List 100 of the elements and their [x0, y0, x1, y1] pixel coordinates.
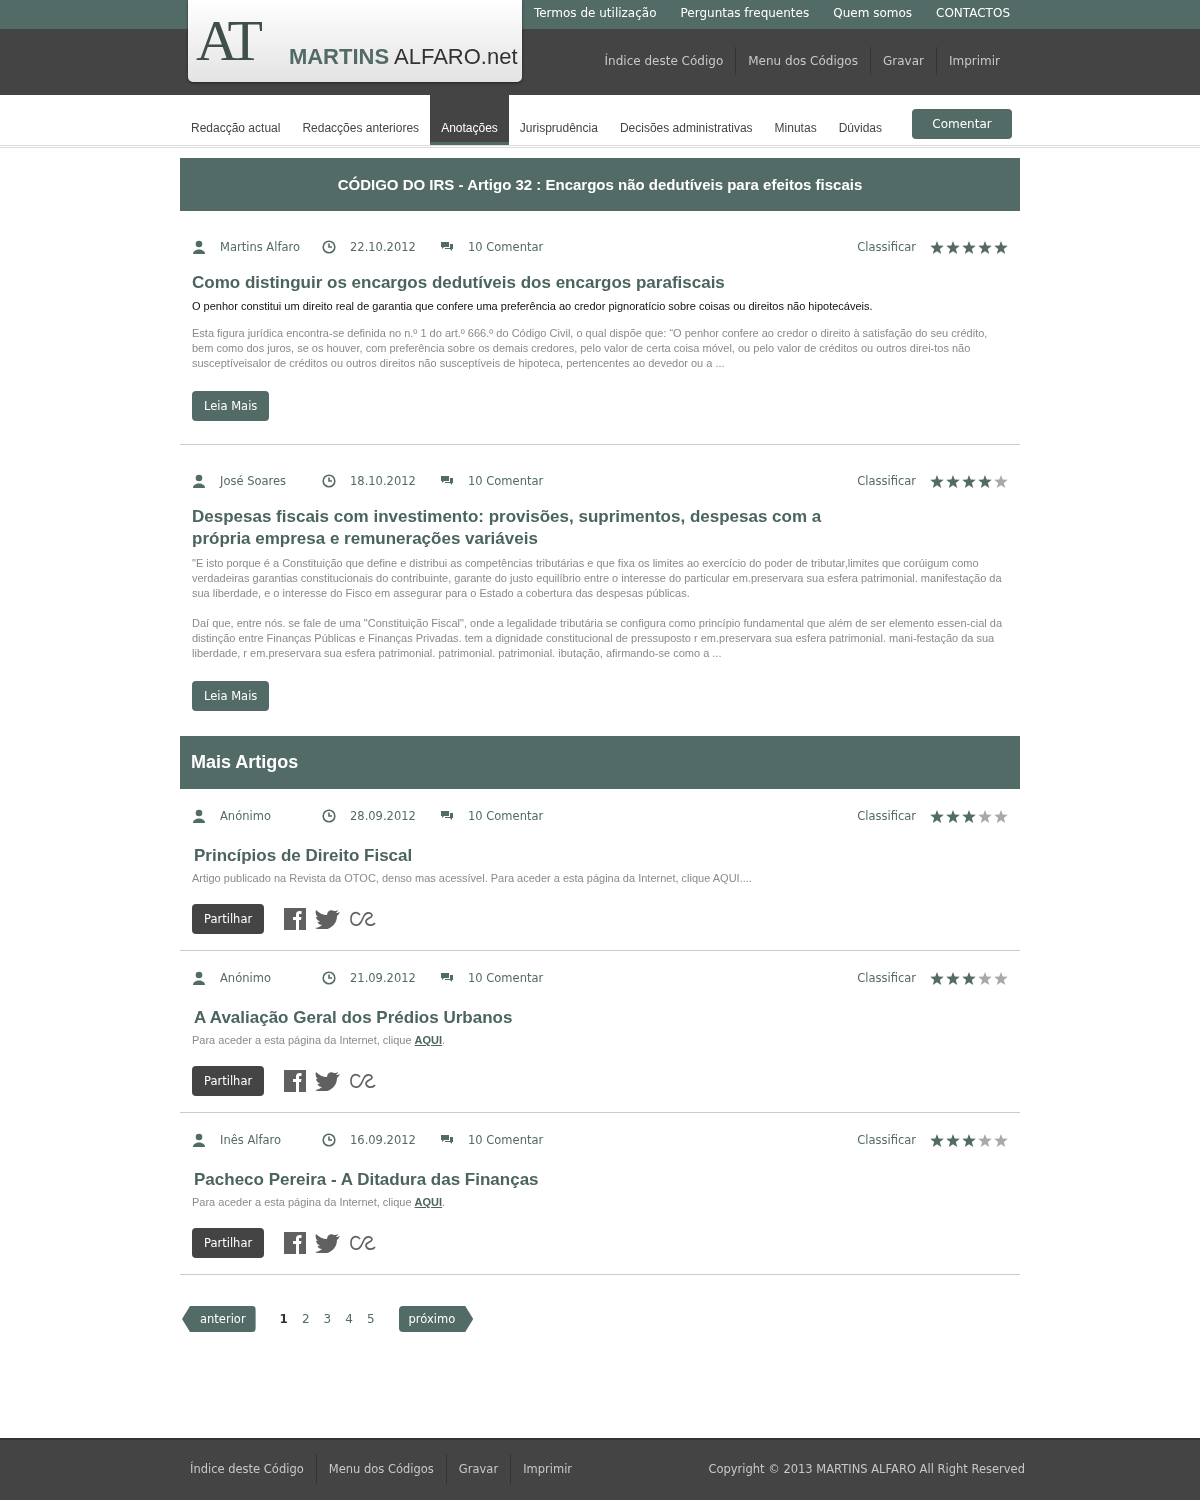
star-icon[interactable] [962, 240, 976, 254]
footer-link[interactable]: Índice deste Código [180, 1454, 316, 1484]
star-icon[interactable] [930, 809, 944, 823]
tab[interactable]: Redacções anteriores [291, 95, 431, 145]
star-icon[interactable] [946, 240, 960, 254]
top-nav-link[interactable]: Quem somos [833, 6, 913, 20]
footer-link[interactable]: Imprimir [510, 1454, 585, 1484]
comment-count-link[interactable]: 10 Comentar [468, 971, 544, 985]
star-icon[interactable] [962, 809, 976, 823]
rating-label: Classificar [857, 474, 916, 488]
star-icon[interactable] [946, 809, 960, 823]
facebook-icon[interactable] [284, 1232, 307, 1254]
page-number[interactable]: 3 [323, 1312, 332, 1326]
article-text: Daí que, entre nós. se fale de uma "Constituição Fiscal", onde a legalidade tributária se configura como princípio fundamental que além de ser elemento essen-cial da distinção entre Finanças Públicas e Finanças Privadas. tem a dignidade constitucional de pressuposto r em.preservara sua esfera patrimonial. mani-festação da sua liberdade, r em.preservara sua esfera patrimonial. patrimonial. patrimonial. ibutação, afirmando-se como a ... [192, 616, 1004, 661]
footer-link[interactable]: Menu dos Códigos [315, 1454, 446, 1484]
read-more-button[interactable]: Leia Mais [192, 681, 270, 711]
comments-icon [440, 810, 454, 822]
star-icon[interactable] [946, 474, 960, 488]
article-title[interactable]: Despesas fiscais com investimento: provisões, suprimentos, despesas com a própria empresa e remunerações variáveis [192, 506, 852, 550]
comment-count-link[interactable]: 10 Comentar [468, 1133, 544, 1147]
user-icon [192, 1133, 206, 1147]
rating-label: Classificar [857, 971, 916, 985]
page-number[interactable]: 1 [279, 1312, 288, 1326]
copyright: Copyright © 2013 MARTINS ALFARO All Right Reserved [708, 1462, 1025, 1476]
tab[interactable]: Minutas [763, 95, 828, 145]
clock-icon [322, 474, 336, 488]
bird-icon[interactable] [315, 1071, 342, 1091]
author-name: Anónimo [220, 971, 272, 985]
toolbar-link[interactable]: Índice deste Código [592, 47, 736, 75]
star-icon[interactable] [962, 474, 976, 488]
star-icon[interactable] [946, 1133, 960, 1147]
rating-label: Classificar [857, 809, 916, 823]
bird-icon[interactable] [315, 1233, 342, 1253]
star-icon[interactable] [962, 1133, 976, 1147]
toolbar-link[interactable]: Menu dos Códigos [735, 47, 870, 75]
page-number[interactable]: 4 [345, 1312, 353, 1326]
star-icon[interactable] [978, 971, 992, 985]
swirl-icon[interactable] [350, 1073, 377, 1089]
article-title[interactable]: Como distinguir os encargos dedutíveis dos encargos parafiscais [192, 272, 852, 294]
star-icon[interactable] [994, 1133, 1008, 1147]
logo-card[interactable]: AT MARTINS ALFARO.net [188, 0, 522, 82]
star-icon[interactable] [946, 971, 960, 985]
star-icon[interactable] [930, 1133, 944, 1147]
read-more-button[interactable]: Leia Mais [192, 391, 270, 421]
tab[interactable]: Jurisprudência [508, 95, 609, 145]
star-icon[interactable] [994, 240, 1008, 254]
article-title[interactable]: Pacheco Pereira - A Ditadura das Finanças [194, 1170, 1008, 1190]
top-nav-link[interactable]: Perguntas frequentes [680, 6, 810, 20]
footer-link[interactable]: Gravar [445, 1454, 511, 1484]
star-icon[interactable] [978, 240, 992, 254]
swirl-icon[interactable] [350, 911, 377, 927]
share-button[interactable]: Partilhar [192, 1228, 265, 1258]
comment-button[interactable]: Comentar [912, 109, 1012, 139]
tab[interactable]: Dúvidas [827, 95, 893, 145]
star-icon[interactable] [978, 1133, 992, 1147]
toolbar-link[interactable]: Gravar [869, 47, 936, 75]
comment-count-link[interactable]: 10 Comentar [468, 809, 544, 823]
tab[interactable]: Anotações [430, 95, 509, 145]
share-button[interactable]: Partilhar [192, 1066, 265, 1096]
top-nav-link[interactable]: Termos de utilização [533, 6, 657, 20]
facebook-icon[interactable] [284, 908, 307, 930]
clock-icon [322, 809, 336, 823]
previous-button[interactable]: anterior [182, 1306, 256, 1332]
star-icon[interactable] [930, 971, 944, 985]
star-icon[interactable] [994, 971, 1008, 985]
star-icon[interactable] [994, 474, 1008, 488]
author-name: Martins Alfaro [220, 240, 301, 254]
star-icon[interactable] [962, 971, 976, 985]
top-nav-link[interactable]: CONTACTOS [936, 6, 1010, 20]
site-name: MARTINS ALFARO.net [288, 44, 518, 70]
next-button[interactable]: próximo [398, 1306, 474, 1332]
post-date: 18.10.2012 [350, 474, 417, 488]
comments-icon [440, 475, 454, 487]
comment-count-link[interactable]: 10 Comentar [468, 240, 544, 254]
article-summary: Para aceder a esta página da Internet, clique AQUI. [192, 1034, 447, 1046]
swirl-icon[interactable] [350, 1235, 377, 1251]
star-icon[interactable] [978, 474, 992, 488]
section-title: Mais Artigos [180, 736, 1020, 789]
tab[interactable]: Redacção actual [180, 95, 292, 145]
page-number[interactable]: 2 [301, 1312, 310, 1326]
post-date: 28.09.2012 [350, 809, 417, 823]
star-icon[interactable] [930, 240, 944, 254]
logo-mark: AT [196, 7, 261, 75]
article-summary: Artigo publicado na Revista da OTOC, denso mas acessível. Para aceder a esta página da Internet, clique AQUI.... [192, 872, 753, 884]
share-button[interactable]: Partilhar [192, 904, 265, 934]
article-title[interactable]: A Avaliação Geral dos Prédios Urbanos [194, 1008, 1008, 1028]
comment-count-link[interactable]: 10 Comentar [468, 474, 544, 488]
star-icon[interactable] [930, 474, 944, 488]
user-icon [192, 809, 206, 823]
star-icon[interactable] [978, 809, 992, 823]
page-number[interactable]: 5 [366, 1312, 375, 1326]
facebook-icon[interactable] [284, 1070, 307, 1092]
toolbar-link[interactable]: Imprimir [935, 47, 1012, 75]
author-name: José Soares [220, 474, 288, 488]
author-name: Inês Alfaro [220, 1133, 283, 1147]
bird-icon[interactable] [315, 909, 342, 929]
clock-icon [322, 1133, 336, 1147]
star-icon[interactable] [994, 809, 1008, 823]
article-title[interactable]: Princípios de Direito Fiscal [194, 846, 1008, 866]
tab[interactable]: Decisões administrativas [608, 95, 764, 145]
